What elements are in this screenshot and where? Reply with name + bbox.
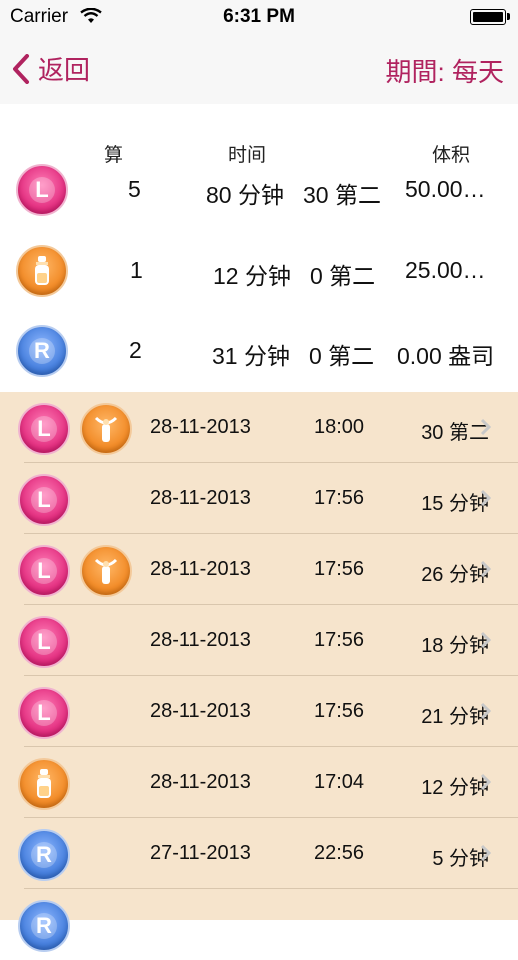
entry-duration: 26 分钟 (421, 564, 489, 586)
entry-date: 27-11-2013 (150, 842, 251, 864)
entry-time: 17:56 (314, 629, 365, 651)
summary-minutes: 80 分钟 (206, 182, 284, 208)
entries-list: L 28-11-2013 18:00 30 第二 L 28-11-2013 17… (0, 392, 518, 952)
chevron-right-icon (480, 560, 492, 578)
left-breast-icon: L (18, 545, 70, 597)
summary-volume: 0.00 盎司 (397, 343, 495, 369)
period-selector[interactable]: 期間: 每天 (386, 52, 504, 89)
chevron-right-icon (480, 773, 492, 791)
entry-date: 28-11-2013 (150, 629, 251, 651)
summary-seconds: 0 第二 (309, 343, 375, 369)
entry-duration: 12 分钟 (421, 777, 489, 799)
chevron-left-icon (13, 53, 29, 84)
list-item[interactable]: L 28-11-2013 17:56 18 分钟 (0, 605, 518, 676)
summary-row-left: L 5 80 分钟 30 第二 50.00… (0, 156, 518, 220)
list-item[interactable]: L 28-11-2013 17:56 26 分钟 (0, 534, 518, 605)
entry-duration: 21 分钟 (421, 706, 489, 728)
bottle-icon (16, 245, 68, 297)
summary-minutes: 31 分钟 (212, 343, 290, 369)
entry-duration: 15 分钟 (421, 493, 489, 515)
chevron-right-icon (480, 844, 492, 862)
bottle-icon (18, 758, 70, 810)
entry-time: 17:56 (314, 700, 365, 722)
breast-pump-icon (80, 545, 132, 597)
entry-duration: 30 第二 (421, 422, 489, 444)
left-breast-icon: L (18, 474, 70, 526)
summary-volume: 50.00… (405, 176, 486, 202)
chevron-right-icon (480, 489, 492, 507)
entry-date: 28-11-2013 (150, 558, 251, 580)
entry-time: 17:56 (314, 487, 365, 509)
battery-icon (470, 9, 506, 25)
back-button[interactable]: 返回 (12, 50, 90, 87)
summary-panel: 算 时间 体积 L 5 80 分钟 30 第二 50.00… 1 12 分钟 0… (0, 104, 518, 392)
list-item[interactable]: L 28-11-2013 17:56 21 分钟 (0, 676, 518, 747)
navigation-bar: 返回 期間: 每天 (0, 34, 518, 105)
chevron-right-icon (480, 702, 492, 720)
entry-time: 17:04 (314, 771, 365, 793)
back-label: 返回 (38, 55, 91, 85)
status-bar: Carrier 6:31 PM (0, 0, 518, 34)
left-breast-icon: L (18, 403, 70, 455)
chevron-right-icon (480, 631, 492, 649)
list-item[interactable]: R 27-11-2013 22:56 5 分钟 (0, 818, 518, 889)
chevron-right-icon (480, 418, 492, 436)
clock: 6:31 PM (223, 6, 295, 27)
right-breast-icon: R (18, 829, 70, 881)
left-breast-icon: L (16, 164, 68, 216)
list-item[interactable]: L 28-11-2013 18:00 30 第二 (0, 392, 518, 463)
battery-tip (507, 13, 510, 20)
right-breast-icon: R (16, 325, 68, 377)
summary-count: 1 (130, 257, 143, 283)
summary-count: 2 (129, 337, 142, 363)
right-breast-icon: R (18, 900, 70, 952)
summary-row-right: R 2 31 分钟 0 第二 0.00 盎司 (0, 317, 518, 381)
left-breast-icon: L (18, 687, 70, 739)
left-breast-icon: L (18, 616, 70, 668)
entry-duration: 18 分钟 (421, 635, 489, 657)
list-item[interactable]: L 28-11-2013 17:56 15 分钟 (0, 463, 518, 534)
breast-pump-icon (80, 403, 132, 455)
summary-seconds: 0 第二 (310, 263, 376, 289)
summary-row-bottle: 1 12 分钟 0 第二 25.00… (0, 237, 518, 301)
entry-time: 22:56 (314, 842, 365, 864)
entry-date: 28-11-2013 (150, 700, 251, 722)
list-item[interactable]: R (0, 889, 518, 960)
entry-time: 17:56 (314, 558, 365, 580)
entry-date: 28-11-2013 (150, 416, 251, 438)
summary-volume: 25.00… (405, 257, 486, 283)
summary-minutes: 12 分钟 (213, 263, 291, 289)
entry-date: 28-11-2013 (150, 771, 251, 793)
entry-date: 28-11-2013 (150, 487, 251, 509)
list-item[interactable]: 28-11-2013 17:04 12 分钟 (0, 747, 518, 818)
summary-seconds: 30 第二 (303, 182, 381, 208)
entry-duration: 5 分钟 (432, 848, 489, 870)
summary-count: 5 (128, 176, 141, 202)
entry-time: 18:00 (314, 416, 365, 438)
